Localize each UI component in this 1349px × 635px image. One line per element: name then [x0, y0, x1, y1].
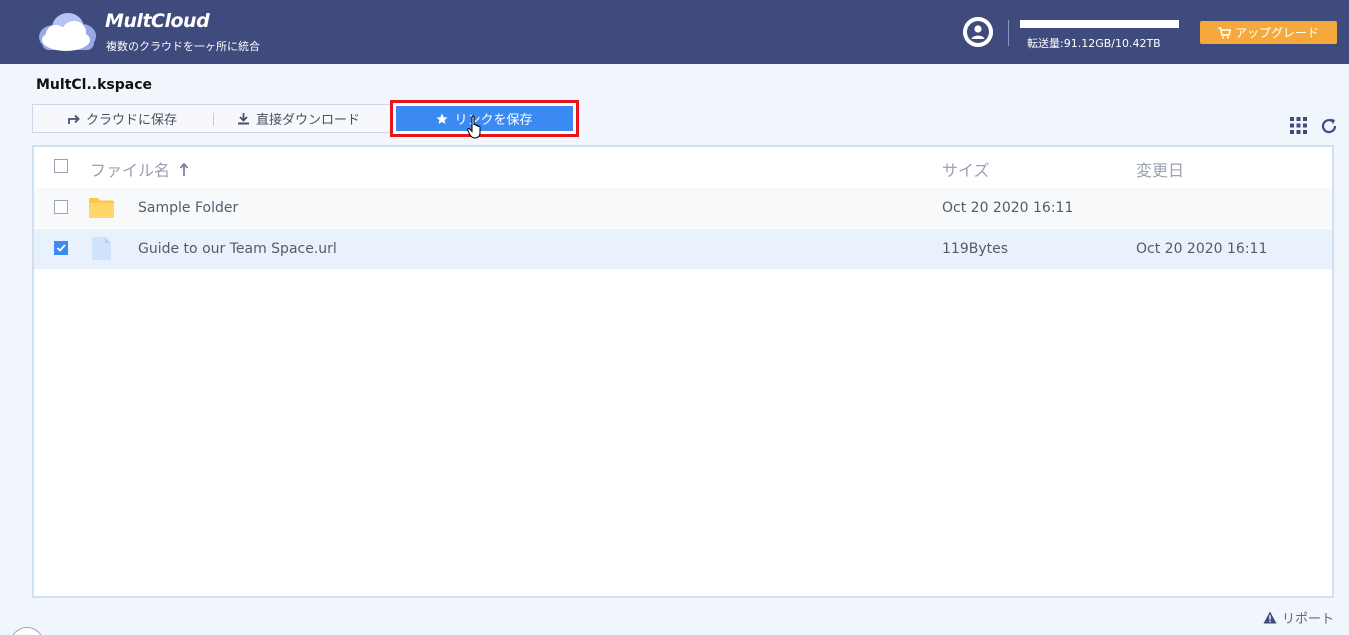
column-header-modified[interactable]: 変更日 [1136, 157, 1184, 181]
file-size: 119Bytes [942, 241, 1009, 257]
action-toolbar: クラウドに保存 直接ダウンロード [32, 104, 391, 133]
grid-view-icon[interactable] [1290, 117, 1307, 134]
user-avatar-icon[interactable] [963, 17, 993, 47]
transfer-usage-text: 転送量:91.12GB/10.42TB [1027, 37, 1161, 50]
file-name[interactable]: Sample Folder [138, 200, 238, 216]
column-name-label: ファイル名 [90, 161, 171, 180]
checkmark-icon [56, 244, 66, 252]
file-name[interactable]: Guide to our Team Space.url [138, 241, 337, 257]
multcloud-logo-icon[interactable] [34, 10, 98, 54]
row-checkbox[interactable] [54, 200, 68, 214]
report-link[interactable]: リポート [1263, 608, 1334, 627]
column-header-name[interactable]: ファイル名 [90, 157, 189, 181]
table-row[interactable]: Guide to our Team Space.url 119Bytes Oct… [34, 229, 1332, 269]
save-to-cloud-label: クラウドに保存 [86, 113, 178, 128]
download-icon [238, 113, 249, 125]
sort-up-arrow-icon [179, 162, 189, 176]
share-arrow-icon [68, 114, 80, 124]
upgrade-button[interactable]: アップグレード [1200, 21, 1337, 44]
file-size: Oct 20 2020 16:11 [942, 200, 1074, 216]
direct-download-button[interactable]: 直接ダウンロード [237, 105, 360, 132]
refresh-icon[interactable] [1320, 117, 1338, 135]
breadcrumb[interactable]: MultCl..kspace [36, 77, 152, 93]
select-all-checkbox[interactable] [54, 159, 68, 173]
brand-name[interactable]: MultCloud [105, 10, 210, 32]
star-icon [436, 113, 449, 124]
upgrade-label: アップグレード [1234, 26, 1319, 40]
file-icon [92, 237, 111, 260]
folder-icon [89, 198, 114, 218]
row-checkbox-checked[interactable] [54, 241, 68, 255]
header-divider [1008, 20, 1009, 46]
brand-tagline: 複数のクラウドを一ヶ所に統合 [106, 40, 260, 53]
transfer-usage-bar [1020, 20, 1179, 28]
top-bar: MultCloud 複数のクラウドを一ヶ所に統合 転送量:91.12GB/10.… [0, 0, 1349, 64]
help-bubble-icon[interactable] [10, 627, 44, 635]
toolbar-divider [213, 113, 214, 126]
report-label: リポート [1282, 612, 1335, 627]
hand-cursor-icon [467, 115, 481, 139]
warning-icon [1263, 611, 1277, 624]
direct-download-label: 直接ダウンロード [256, 113, 361, 128]
cart-icon [1217, 26, 1231, 39]
column-header-size[interactable]: サイズ [942, 157, 990, 181]
file-list-panel: ファイル名 サイズ 変更日 Sample Folder Oct 20 2020 … [32, 145, 1334, 598]
file-modified: Oct 20 2020 16:11 [1136, 241, 1268, 257]
save-to-cloud-button[interactable]: クラウドに保存 [67, 105, 177, 132]
table-row[interactable]: Sample Folder Oct 20 2020 16:11 [34, 188, 1332, 228]
